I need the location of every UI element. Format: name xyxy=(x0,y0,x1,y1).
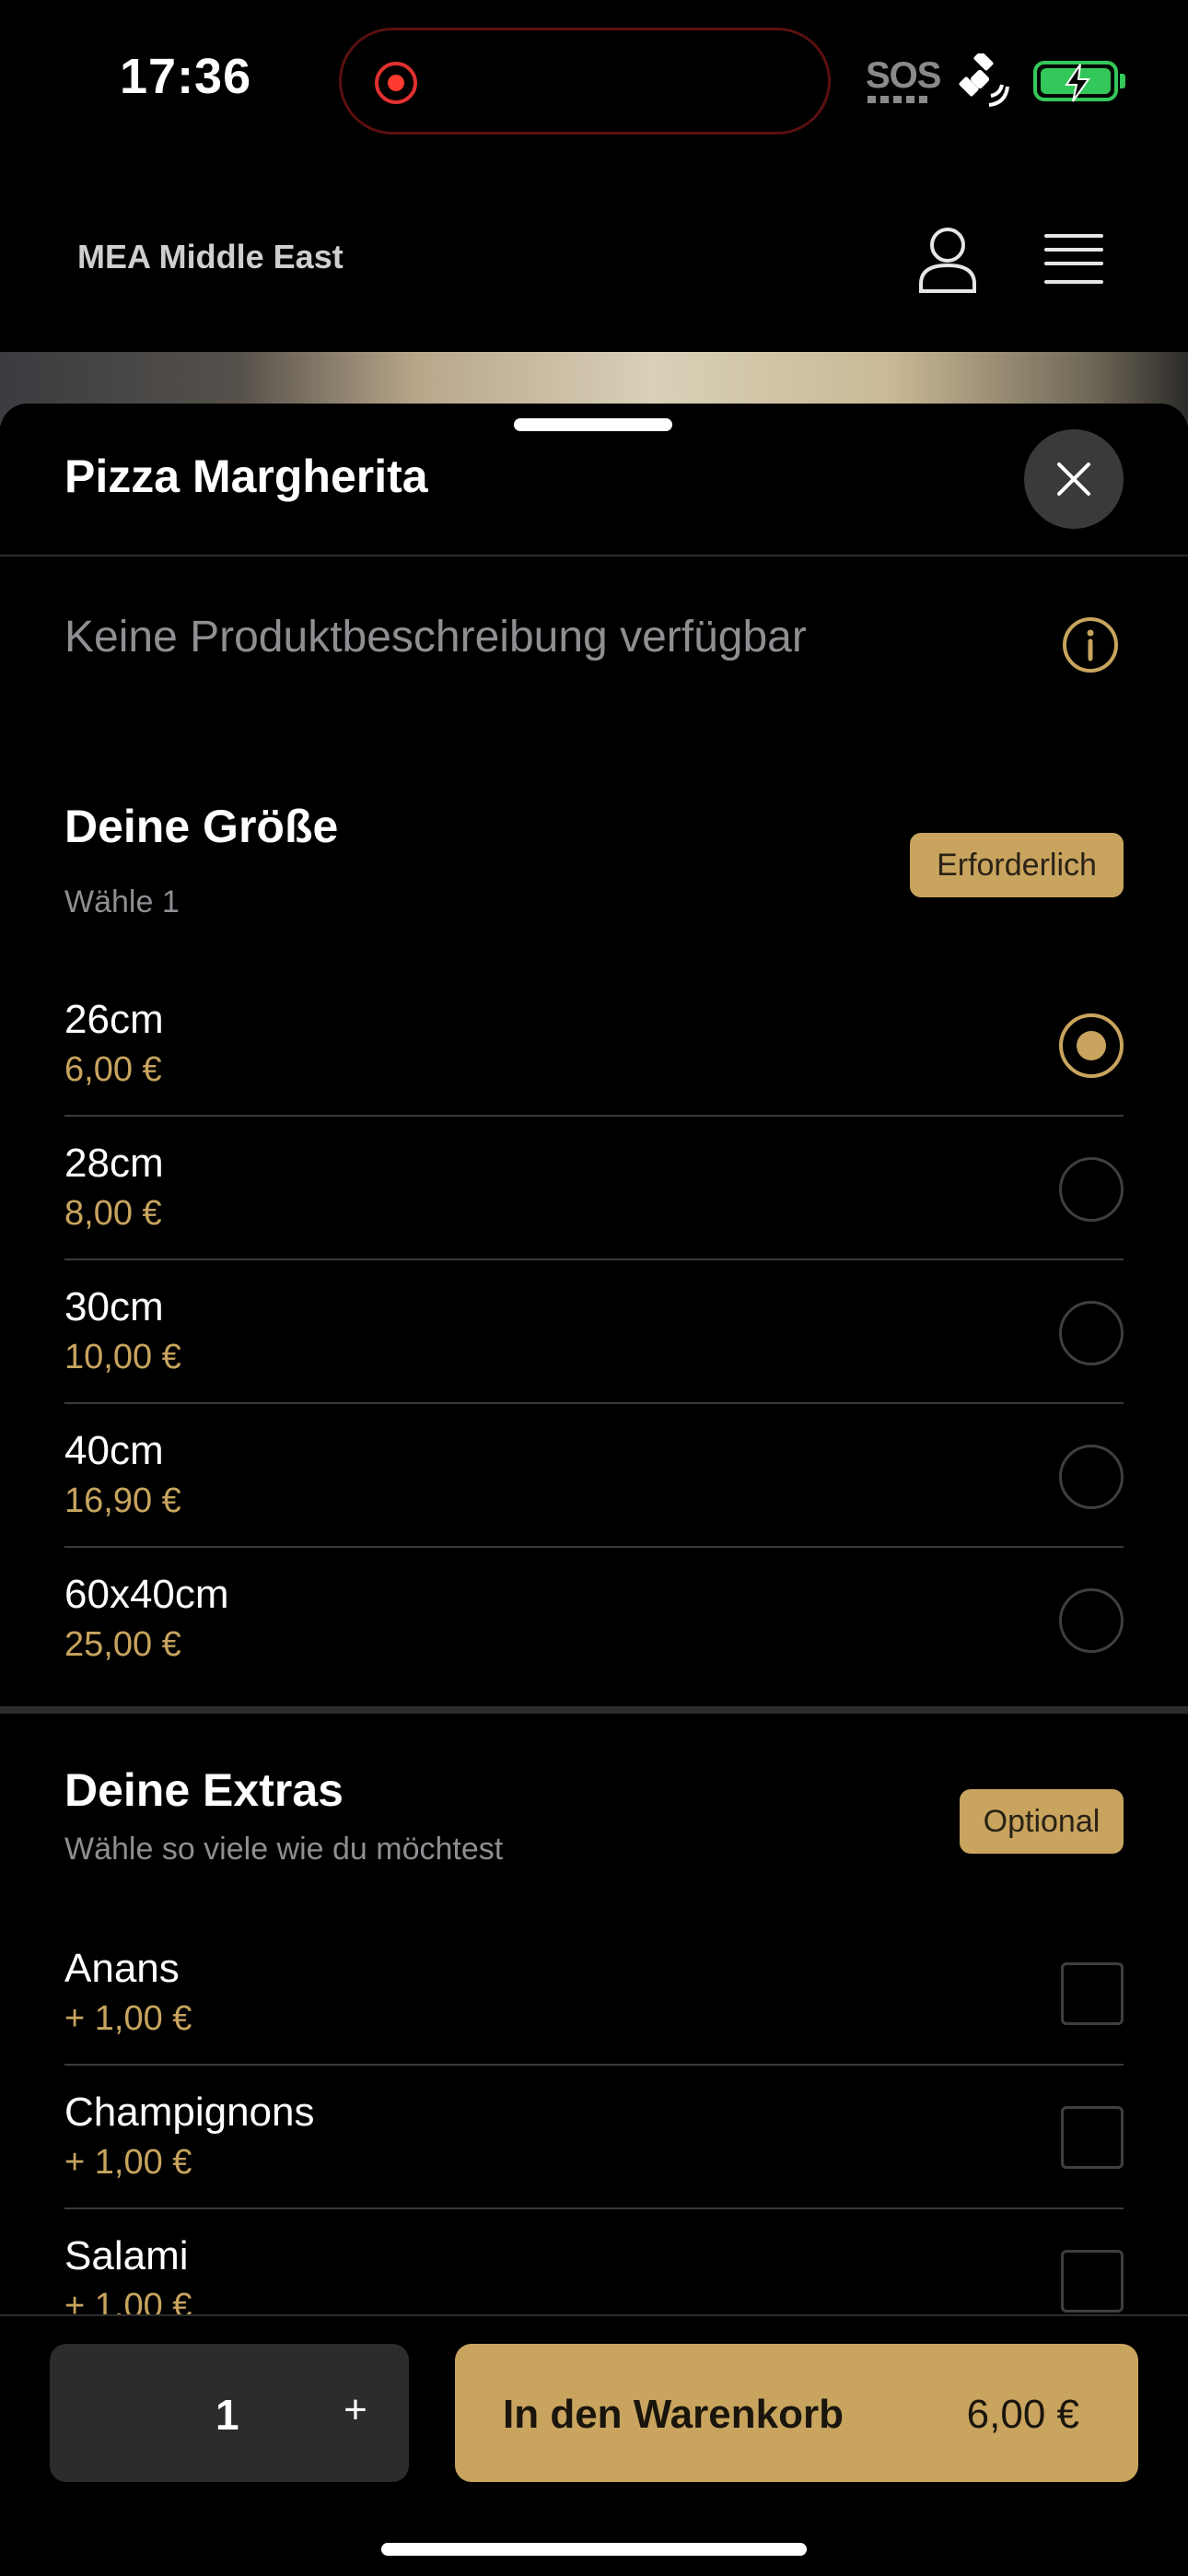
option-name: 26cm xyxy=(64,997,164,1042)
size-group-title: Deine Größe xyxy=(64,801,339,852)
radio-unselected[interactable] xyxy=(1059,1301,1124,1365)
signal-dots-icon xyxy=(868,96,928,103)
radio-unselected[interactable] xyxy=(1059,1157,1124,1222)
user-icon[interactable] xyxy=(917,227,978,293)
title-divider xyxy=(0,555,1188,556)
satellite-icon xyxy=(959,53,1009,107)
brand-name[interactable]: MEA Middle East xyxy=(77,238,344,276)
optional-badge: Optional xyxy=(960,1789,1124,1854)
option-name: 40cm xyxy=(64,1428,164,1473)
info-icon[interactable] xyxy=(1061,615,1120,674)
size-option[interactable]: 60x40cm 25,00 € xyxy=(64,1548,1124,1692)
option-name: 30cm xyxy=(64,1284,164,1329)
size-option[interactable]: 28cm 8,00 € xyxy=(64,1117,1124,1260)
add-to-cart-label: In den Warenkorb xyxy=(503,2392,844,2437)
size-group-subtitle: Wähle 1 xyxy=(64,884,180,919)
product-sheet: Pizza Margherita Keine Produktbeschreibu… xyxy=(0,404,1188,2576)
quantity-value: 1 xyxy=(215,2391,239,2439)
option-price: 8,00 € xyxy=(64,1194,162,1233)
add-to-cart-button[interactable]: In den Warenkorb 6,00 € xyxy=(455,2344,1138,2482)
size-option[interactable]: 26cm 6,00 € xyxy=(64,973,1124,1117)
dynamic-island xyxy=(339,28,831,135)
quantity-stepper[interactable]: 1 + xyxy=(50,2344,409,2482)
extra-option[interactable]: Champignons + 1,00 € xyxy=(64,2066,1124,2209)
product-description: Keine Produktbeschreibung verfügbar xyxy=(64,613,807,662)
radio-unselected[interactable] xyxy=(1059,1588,1124,1653)
option-price: 16,90 € xyxy=(64,1481,181,1520)
sos-indicator: SOS xyxy=(866,55,941,96)
bottom-action-bar: 1 + In den Warenkorb 6,00 € xyxy=(0,2314,1188,2576)
status-time: 17:36 xyxy=(120,49,252,104)
option-price: + 1,00 € xyxy=(64,2143,192,2182)
option-name: Champignons xyxy=(64,2090,315,2135)
battery-tip xyxy=(1120,74,1125,88)
option-name: 60x40cm xyxy=(64,1572,229,1617)
size-option[interactable]: 30cm 10,00 € xyxy=(64,1260,1124,1404)
menu-icon[interactable] xyxy=(1044,232,1103,286)
extra-option[interactable]: Anans + 1,00 € xyxy=(64,1922,1124,2066)
product-title: Pizza Margherita xyxy=(64,451,428,502)
cart-total-price: 6,00 € xyxy=(966,2392,1079,2437)
screen-recording-icon xyxy=(375,62,417,104)
plus-button[interactable]: + xyxy=(328,2383,383,2438)
option-price: 6,00 € xyxy=(64,1050,162,1089)
option-name: Salami xyxy=(64,2233,189,2278)
checkbox[interactable] xyxy=(1061,2250,1124,2313)
option-price: 25,00 € xyxy=(64,1625,181,1664)
required-badge: Erforderlich xyxy=(910,833,1124,897)
home-indicator[interactable] xyxy=(381,2543,807,2556)
option-price: 10,00 € xyxy=(64,1338,181,1376)
close-icon xyxy=(1057,463,1090,496)
option-name: Anans xyxy=(64,1946,180,1991)
checkbox[interactable] xyxy=(1061,2106,1124,2169)
battery-charging-icon xyxy=(1033,61,1118,102)
sheet-grabber[interactable] xyxy=(514,418,672,431)
section-separator xyxy=(0,1706,1188,1714)
extras-group-title: Deine Extras xyxy=(64,1764,344,1816)
radio-unselected[interactable] xyxy=(1059,1445,1124,1509)
option-name: 28cm xyxy=(64,1141,164,1186)
app-header: MEA Middle East xyxy=(0,157,1188,352)
status-bar: 17:36 SOS xyxy=(0,0,1188,157)
close-button[interactable] xyxy=(1024,429,1124,529)
checkbox[interactable] xyxy=(1061,1962,1124,2025)
option-price: + 1,00 € xyxy=(64,1999,192,2038)
size-option[interactable]: 40cm 16,90 € xyxy=(64,1404,1124,1548)
radio-selected[interactable] xyxy=(1059,1013,1124,1078)
extras-group-subtitle: Wähle so viele wie du möchtest xyxy=(64,1832,504,1867)
